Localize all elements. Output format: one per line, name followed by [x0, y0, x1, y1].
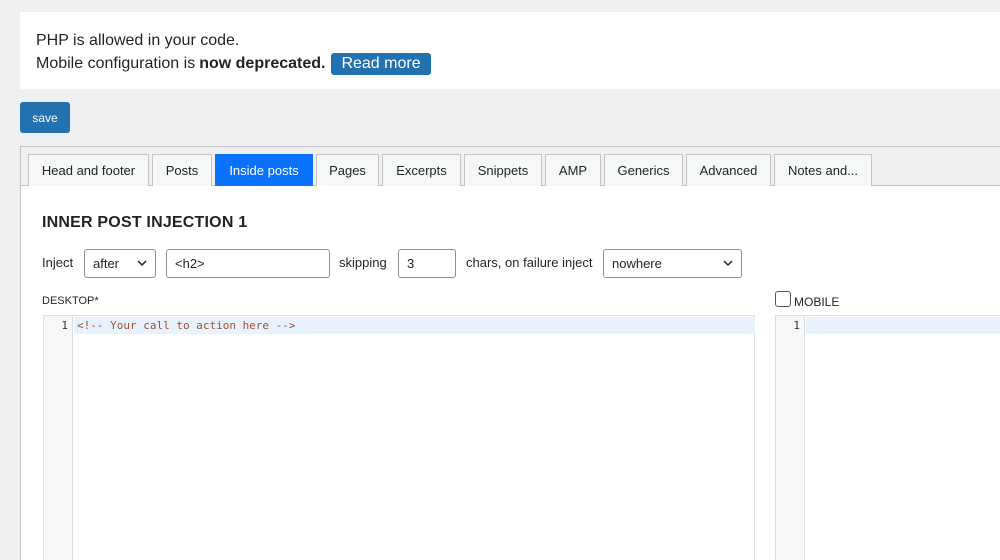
mobile-checkbox[interactable] — [775, 291, 791, 307]
settings-panel: Head and footer Posts Inside posts Pages… — [20, 146, 1000, 560]
section-title: INNER POST INJECTION 1 — [42, 214, 248, 231]
notice-mobile-text: Mobile configuration is — [36, 55, 196, 72]
mobile-label: MOBILE — [794, 295, 840, 309]
desktop-code-text: <!-- Your call to action here --> — [77, 319, 296, 332]
tab-generics[interactable]: Generics — [604, 154, 683, 186]
tab-amp[interactable]: AMP — [545, 154, 601, 186]
notice-php-line: PHP is allowed in your code. — [36, 30, 1000, 52]
tag-input-value: <h2> — [175, 256, 205, 271]
notice-php-text: PHP is allowed in your code. — [36, 32, 240, 49]
chevron-down-icon — [723, 260, 733, 267]
failure-select[interactable]: nowhere — [603, 249, 742, 278]
position-select-value: after — [93, 256, 120, 271]
desktop-line-number: 1 — [61, 319, 68, 332]
desktop-label: DESKTOP* — [42, 295, 99, 307]
failure-label: chars, on failure inject — [466, 255, 593, 270]
tab-pages[interactable]: Pages — [316, 154, 379, 186]
mobile-active-line — [806, 317, 1000, 334]
tab-advanced[interactable]: Advanced — [686, 154, 771, 186]
tab-inside-posts[interactable]: Inside posts — [215, 154, 313, 186]
tab-bar: Head and footer Posts Inside posts Pages… — [21, 147, 1000, 186]
tab-posts[interactable]: Posts — [152, 154, 212, 186]
tag-input[interactable]: <h2> — [166, 249, 330, 278]
mobile-line-number: 1 — [793, 319, 800, 332]
tab-snippets[interactable]: Snippets — [464, 154, 542, 186]
skip-chars-input[interactable]: 3 — [398, 249, 456, 278]
tab-excerpts[interactable]: Excerpts — [382, 154, 461, 186]
tab-head-and-footer[interactable]: Head and footer — [28, 154, 149, 186]
notice-mobile-line: Mobile configuration is now deprecated. … — [36, 53, 1000, 75]
read-more-button[interactable]: Read more — [331, 53, 431, 75]
desktop-code-editor[interactable]: 1 <!-- Your call to action here --> — [43, 315, 755, 560]
chevron-down-icon — [137, 260, 147, 267]
mobile-code-editor[interactable]: 1 — [775, 315, 1000, 560]
mobile-gutter: 1 — [776, 316, 805, 560]
notice-mobile-bold: now deprecated. — [199, 55, 326, 72]
skip-chars-value: 3 — [407, 256, 415, 271]
skipping-label: skipping — [339, 255, 387, 270]
failure-select-value: nowhere — [612, 256, 662, 271]
position-select[interactable]: after — [84, 249, 156, 278]
inject-label: Inject — [42, 255, 74, 270]
deprecation-notice: PHP is allowed in your code. Mobile conf… — [20, 12, 1000, 89]
tab-notes[interactable]: Notes and... — [774, 154, 872, 186]
desktop-gutter: 1 — [44, 316, 73, 560]
save-button[interactable]: save — [20, 102, 70, 133]
